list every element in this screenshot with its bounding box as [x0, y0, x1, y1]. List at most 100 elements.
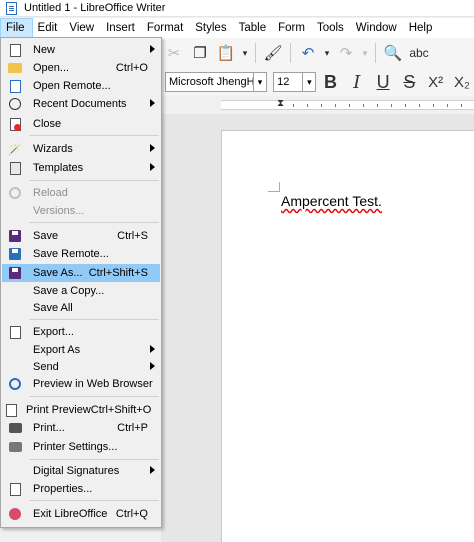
menu-file[interactable]: File	[0, 18, 33, 38]
menu-form[interactable]: Form	[273, 18, 312, 38]
menu-item-shortcut: Ctrl+Shift+S	[88, 267, 148, 279]
file-menu-export[interactable]: Export...	[2, 323, 160, 341]
menu-tools[interactable]: Tools	[312, 18, 351, 38]
menu-window[interactable]: Window	[351, 18, 404, 38]
file-menu-export-as[interactable]: Export As	[2, 341, 160, 359]
ruler-tick	[461, 104, 462, 107]
menu-item-label: Print Preview	[26, 404, 91, 416]
file-menu-versions[interactable]: Versions...	[2, 202, 160, 220]
copy-icon[interactable]: ❐	[189, 42, 211, 64]
ruler-tick	[349, 104, 350, 107]
file-menu-reload[interactable]: Reload	[2, 184, 160, 202]
web-browser-icon	[6, 376, 24, 392]
menu-item-shortcut: Ctrl+S	[117, 230, 148, 242]
file-menu-open-remote[interactable]: Open Remote...	[2, 77, 160, 95]
file-menu-printer-settings[interactable]: Printer Settings...	[2, 438, 160, 456]
font-size-dropdown-icon[interactable]: ▾	[303, 72, 317, 92]
standard-toolbar: ✂ ❐ 📋 ▾ 🖌 ↶ ▾ ↷ ▾ 🔍 abc	[161, 38, 474, 68]
document-page[interactable]	[221, 130, 474, 542]
redo-dropdown-icon[interactable]: ▾	[361, 42, 369, 64]
menu-separator	[29, 319, 159, 320]
ruler-tick	[307, 104, 308, 107]
document-text[interactable]: Ampercent Test.	[281, 193, 382, 209]
submenu-arrow-icon	[150, 345, 155, 353]
underline-button[interactable]: U	[371, 70, 395, 94]
open-remote-icon	[6, 78, 24, 94]
file-menu-print[interactable]: Print... Ctrl+P	[2, 419, 160, 437]
file-menu-new[interactable]: New	[2, 41, 160, 59]
subscript-button[interactable]: X₂	[450, 70, 474, 94]
paste-icon[interactable]: 📋	[215, 42, 237, 64]
horizontal-ruler[interactable]: ⧗	[161, 96, 474, 114]
font-size-combobox[interactable]: 12	[273, 72, 304, 92]
bold-button[interactable]: B	[318, 70, 342, 94]
file-menu-save-all[interactable]: Save All	[2, 299, 160, 317]
menu-item-label: Export As	[33, 344, 81, 356]
menu-insert[interactable]: Insert	[101, 18, 142, 38]
file-menu-exit[interactable]: Exit LibreOffice Ctrl+Q	[2, 505, 160, 523]
menu-view[interactable]: View	[64, 18, 101, 38]
templates-icon	[6, 160, 24, 176]
file-menu-open[interactable]: Open... Ctrl+O	[2, 59, 160, 77]
menu-item-label: Close	[33, 118, 62, 130]
menu-item-label: Printer Settings...	[33, 441, 118, 453]
export-icon	[6, 324, 24, 340]
menu-styles[interactable]: Styles	[190, 18, 233, 38]
exit-icon	[6, 506, 24, 522]
file-menu-save-as[interactable]: Save As... Ctrl+Shift+S	[2, 264, 160, 282]
file-menu-digital-signatures[interactable]: Digital Signatures	[2, 462, 160, 480]
spelling-icon[interactable]: abc	[408, 42, 430, 64]
undo-dropdown-icon[interactable]: ▾	[323, 42, 331, 64]
ruler-tick	[433, 104, 434, 107]
strikethrough-button[interactable]: S	[397, 70, 421, 94]
menu-edit[interactable]: Edit	[33, 18, 65, 38]
menu-help[interactable]: Help	[404, 18, 440, 38]
menu-separator	[29, 222, 159, 223]
file-menu-save[interactable]: Save Ctrl+S	[2, 227, 160, 245]
file-menu-preview-web[interactable]: Preview in Web Browser	[2, 375, 160, 393]
file-menu-recent-documents[interactable]: Recent Documents	[2, 95, 160, 113]
menu-item-shortcut: Ctrl+P	[117, 422, 148, 434]
menu-separator	[29, 396, 159, 397]
menu-item-label: Exit LibreOffice	[33, 508, 108, 520]
print-preview-icon	[6, 402, 17, 418]
paste-dropdown-icon[interactable]: ▾	[241, 42, 249, 64]
close-document-icon	[6, 116, 24, 132]
file-menu-close[interactable]: Close	[2, 115, 160, 133]
save-remote-icon	[6, 246, 24, 262]
font-name-dropdown-icon[interactable]: ▾	[253, 72, 268, 92]
font-name-combobox[interactable]: Microsoft JhengHei	[165, 72, 254, 92]
file-menu-save-remote[interactable]: Save Remote...	[2, 245, 160, 263]
italic-button[interactable]: I	[345, 70, 369, 94]
menu-item-label: Wizards	[33, 143, 73, 155]
text-boundary-mark	[268, 182, 280, 192]
menu-table[interactable]: Table	[234, 18, 274, 38]
indent-marker-icon[interactable]: ⧗	[277, 98, 284, 109]
file-menu-properties[interactable]: Properties...	[2, 480, 160, 498]
file-menu-send[interactable]: Send	[2, 358, 160, 376]
reload-icon	[6, 185, 24, 201]
ruler-tick	[335, 104, 336, 107]
new-document-icon	[6, 42, 24, 58]
menu-item-label: Export...	[33, 326, 74, 338]
writer-app-icon	[6, 1, 17, 15]
undo-icon[interactable]: ↶	[297, 42, 319, 64]
clone-formatting-icon[interactable]: 🖌	[262, 42, 284, 64]
find-replace-icon[interactable]: 🔍	[382, 42, 404, 64]
menu-item-label: Save Remote...	[33, 248, 109, 260]
redo-icon[interactable]: ↷	[335, 42, 357, 64]
submenu-arrow-icon	[150, 99, 155, 107]
menu-format[interactable]: Format	[142, 18, 190, 38]
file-menu-wizards[interactable]: 🪄 Wizards	[2, 140, 160, 158]
menu-bar: File Edit View Insert Format Styles Tabl…	[0, 18, 474, 38]
file-menu-print-preview[interactable]: Print Preview Ctrl+Shift+O	[2, 401, 160, 419]
file-menu-templates[interactable]: Templates	[2, 159, 160, 177]
document-paragraph[interactable]: Ampercent Test.	[281, 193, 382, 209]
menu-separator	[29, 135, 159, 136]
file-menu-save-a-copy[interactable]: Save a Copy...	[2, 282, 160, 300]
superscript-button[interactable]: X²	[423, 70, 447, 94]
ruler-tick	[363, 104, 364, 107]
ruler-tick	[377, 104, 378, 107]
menu-item-label: Open...	[33, 62, 70, 74]
cut-icon[interactable]: ✂	[163, 42, 185, 64]
